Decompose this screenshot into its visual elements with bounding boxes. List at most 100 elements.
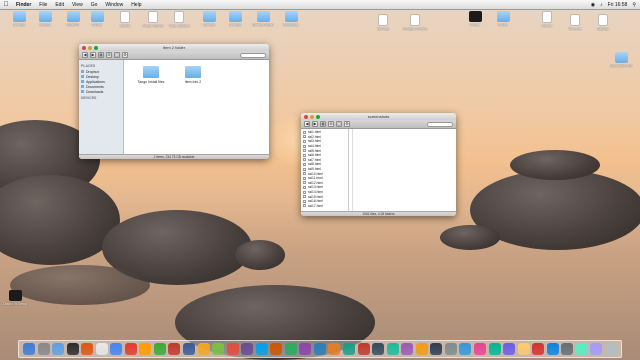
desktop-icon-folder[interactable]: Untitled folder [248,11,278,27]
back-button[interactable]: ◀ [82,52,88,58]
dock-app-icon[interactable] [110,343,123,355]
dock-app-icon[interactable] [124,343,137,355]
doc-icon [378,14,388,26]
dock-app-icon[interactable] [212,343,225,355]
folder-item[interactable]: Tango Install files [135,66,167,148]
sidebar-item-downloads[interactable]: Downloads [81,89,121,94]
forward-button[interactable]: ▶ [90,52,96,58]
dock-app-icon[interactable] [168,343,181,355]
dock-app-icon[interactable] [153,343,166,355]
dock-app-icon[interactable] [66,343,79,355]
dock-app-icon[interactable] [488,343,501,355]
dock-app-icon[interactable] [401,343,414,355]
desktop-icon-folder[interactable]: Webfolder [276,11,306,27]
dock-app-icon[interactable] [444,343,457,355]
dock-app-icon[interactable] [430,343,443,355]
view-column-button[interactable]: ◫ [336,121,342,127]
desktop-icon-folder[interactable]: Macintosh HD [606,52,636,68]
menu-view[interactable]: View [68,2,87,8]
dock-app-icon[interactable] [517,343,530,355]
desktop-icon-doc[interactable]: Tube Installer [164,11,194,28]
dock-app-icon[interactable] [561,343,574,355]
desktop-icon-doc[interactable]: Screens [560,14,590,31]
file-area: Tango Install files Item Info 2 [125,60,269,154]
dock-app-icon[interactable] [546,343,559,355]
dock-app-icon[interactable] [503,343,516,355]
dock-app-icon[interactable] [197,343,210,355]
menu-help[interactable]: Help [127,2,145,8]
action-gear-icon[interactable]: ⚙ [344,121,350,127]
desktop-icon-folder[interactable]: Folder [488,11,518,27]
dock-app-icon[interactable] [473,343,486,355]
forward-button[interactable]: ▶ [312,121,318,127]
menu-file[interactable]: File [35,2,51,8]
clock[interactable]: Fri 16:58 [608,2,628,8]
back-button[interactable]: ◀ [304,121,310,127]
desktop-icon-label: Springs [377,27,389,31]
folder-item[interactable]: Item Info 2 [177,66,209,148]
dock-app-icon[interactable] [52,343,65,355]
desktop-icon-folder[interactable]: Version [30,11,60,27]
dock-app-icon[interactable] [386,343,399,355]
window-titlebar[interactable]: Item 2 folder [79,44,269,51]
dock-app-icon[interactable] [241,343,254,355]
finder-window[interactable]: Item 2 folder ◀ ▶ ▦ ☰ ◫ ⚙ PLACES Dropbox… [79,44,269,159]
dock-app-icon[interactable] [328,343,341,355]
dock-app-icon[interactable] [590,343,603,355]
desktop-icon-doc[interactable]: Jumble [110,11,140,28]
window-status: 2 items, 234.75 GB available [79,154,269,159]
desktop-icon-label: Webfolder [283,23,299,27]
window-titlebar[interactable]: screenshots [301,113,456,120]
dock-app-icon[interactable] [183,343,196,355]
dock-app-icon[interactable] [284,343,297,355]
dock-app-icon[interactable] [299,343,312,355]
dock-app-icon[interactable] [23,343,35,355]
dock-app-icon[interactable] [139,343,152,355]
dock-app-icon[interactable] [532,343,545,355]
search-input[interactable] [240,52,266,58]
view-list-button[interactable]: ☰ [106,52,112,58]
dock-app-icon[interactable] [95,343,108,355]
desktop-icon-folder[interactable]: Untitled [220,11,250,27]
desktop-icon-doc[interactable]: Backup [588,14,618,31]
desktop-icon-folder[interactable]: Folder [82,11,112,27]
desktop-icon-doc[interactable]: Springs [368,14,398,31]
action-gear-icon[interactable]: ⚙ [122,52,128,58]
view-list-button[interactable]: ☰ [328,121,334,127]
dock-app-icon[interactable] [575,343,588,355]
wifi-icon[interactable]: ◉ [591,2,595,8]
column-divider[interactable] [349,129,353,211]
window-title: screenshots [367,114,390,119]
dock-app-icon[interactable] [459,343,472,355]
folder-icon [228,11,242,22]
desktop-icon-doc[interactable]: Google Chrome [400,14,430,31]
view-icon-button[interactable]: ▦ [320,121,326,127]
volume-icon[interactable]: ♪ [600,2,603,8]
downloads-icon [81,90,84,93]
dock-app-icon[interactable] [226,343,239,355]
dock-app-icon[interactable] [270,343,283,355]
desktop-icon-dark[interactable]: Folder [460,11,490,27]
dock-app-icon[interactable] [372,343,385,355]
menu-edit[interactable]: Edit [51,2,68,8]
dock-app-icon[interactable] [604,343,617,355]
finder-window[interactable]: screenshots ◀ ▶ ▦ ☰ ◫ ⚙ ssl1.html ssl2.ht… [301,113,456,216]
menu-finder[interactable]: Finder [12,2,35,8]
desktop-icon-doc[interactable]: Server [532,11,562,28]
dock-app-icon[interactable] [37,343,50,355]
list-item[interactable]: ssl17.html [303,204,346,209]
apple-menu-icon[interactable]:  [0,1,12,8]
desktop-icon-dark[interactable]: Diablo III Setup [0,290,30,306]
dock-app-icon[interactable] [343,343,356,355]
dock-app-icon[interactable] [415,343,428,355]
dock-app-icon[interactable] [81,343,94,355]
menu-window[interactable]: Window [101,2,127,8]
dock-app-icon[interactable] [357,343,370,355]
dock-app-icon[interactable] [255,343,268,355]
search-input[interactable] [427,121,453,127]
menu-go[interactable]: Go [87,2,102,8]
spotlight-icon[interactable]: ⚲ [632,2,636,8]
view-column-button[interactable]: ◫ [114,52,120,58]
dock-app-icon[interactable] [313,343,326,355]
view-icon-button[interactable]: ▦ [98,52,104,58]
